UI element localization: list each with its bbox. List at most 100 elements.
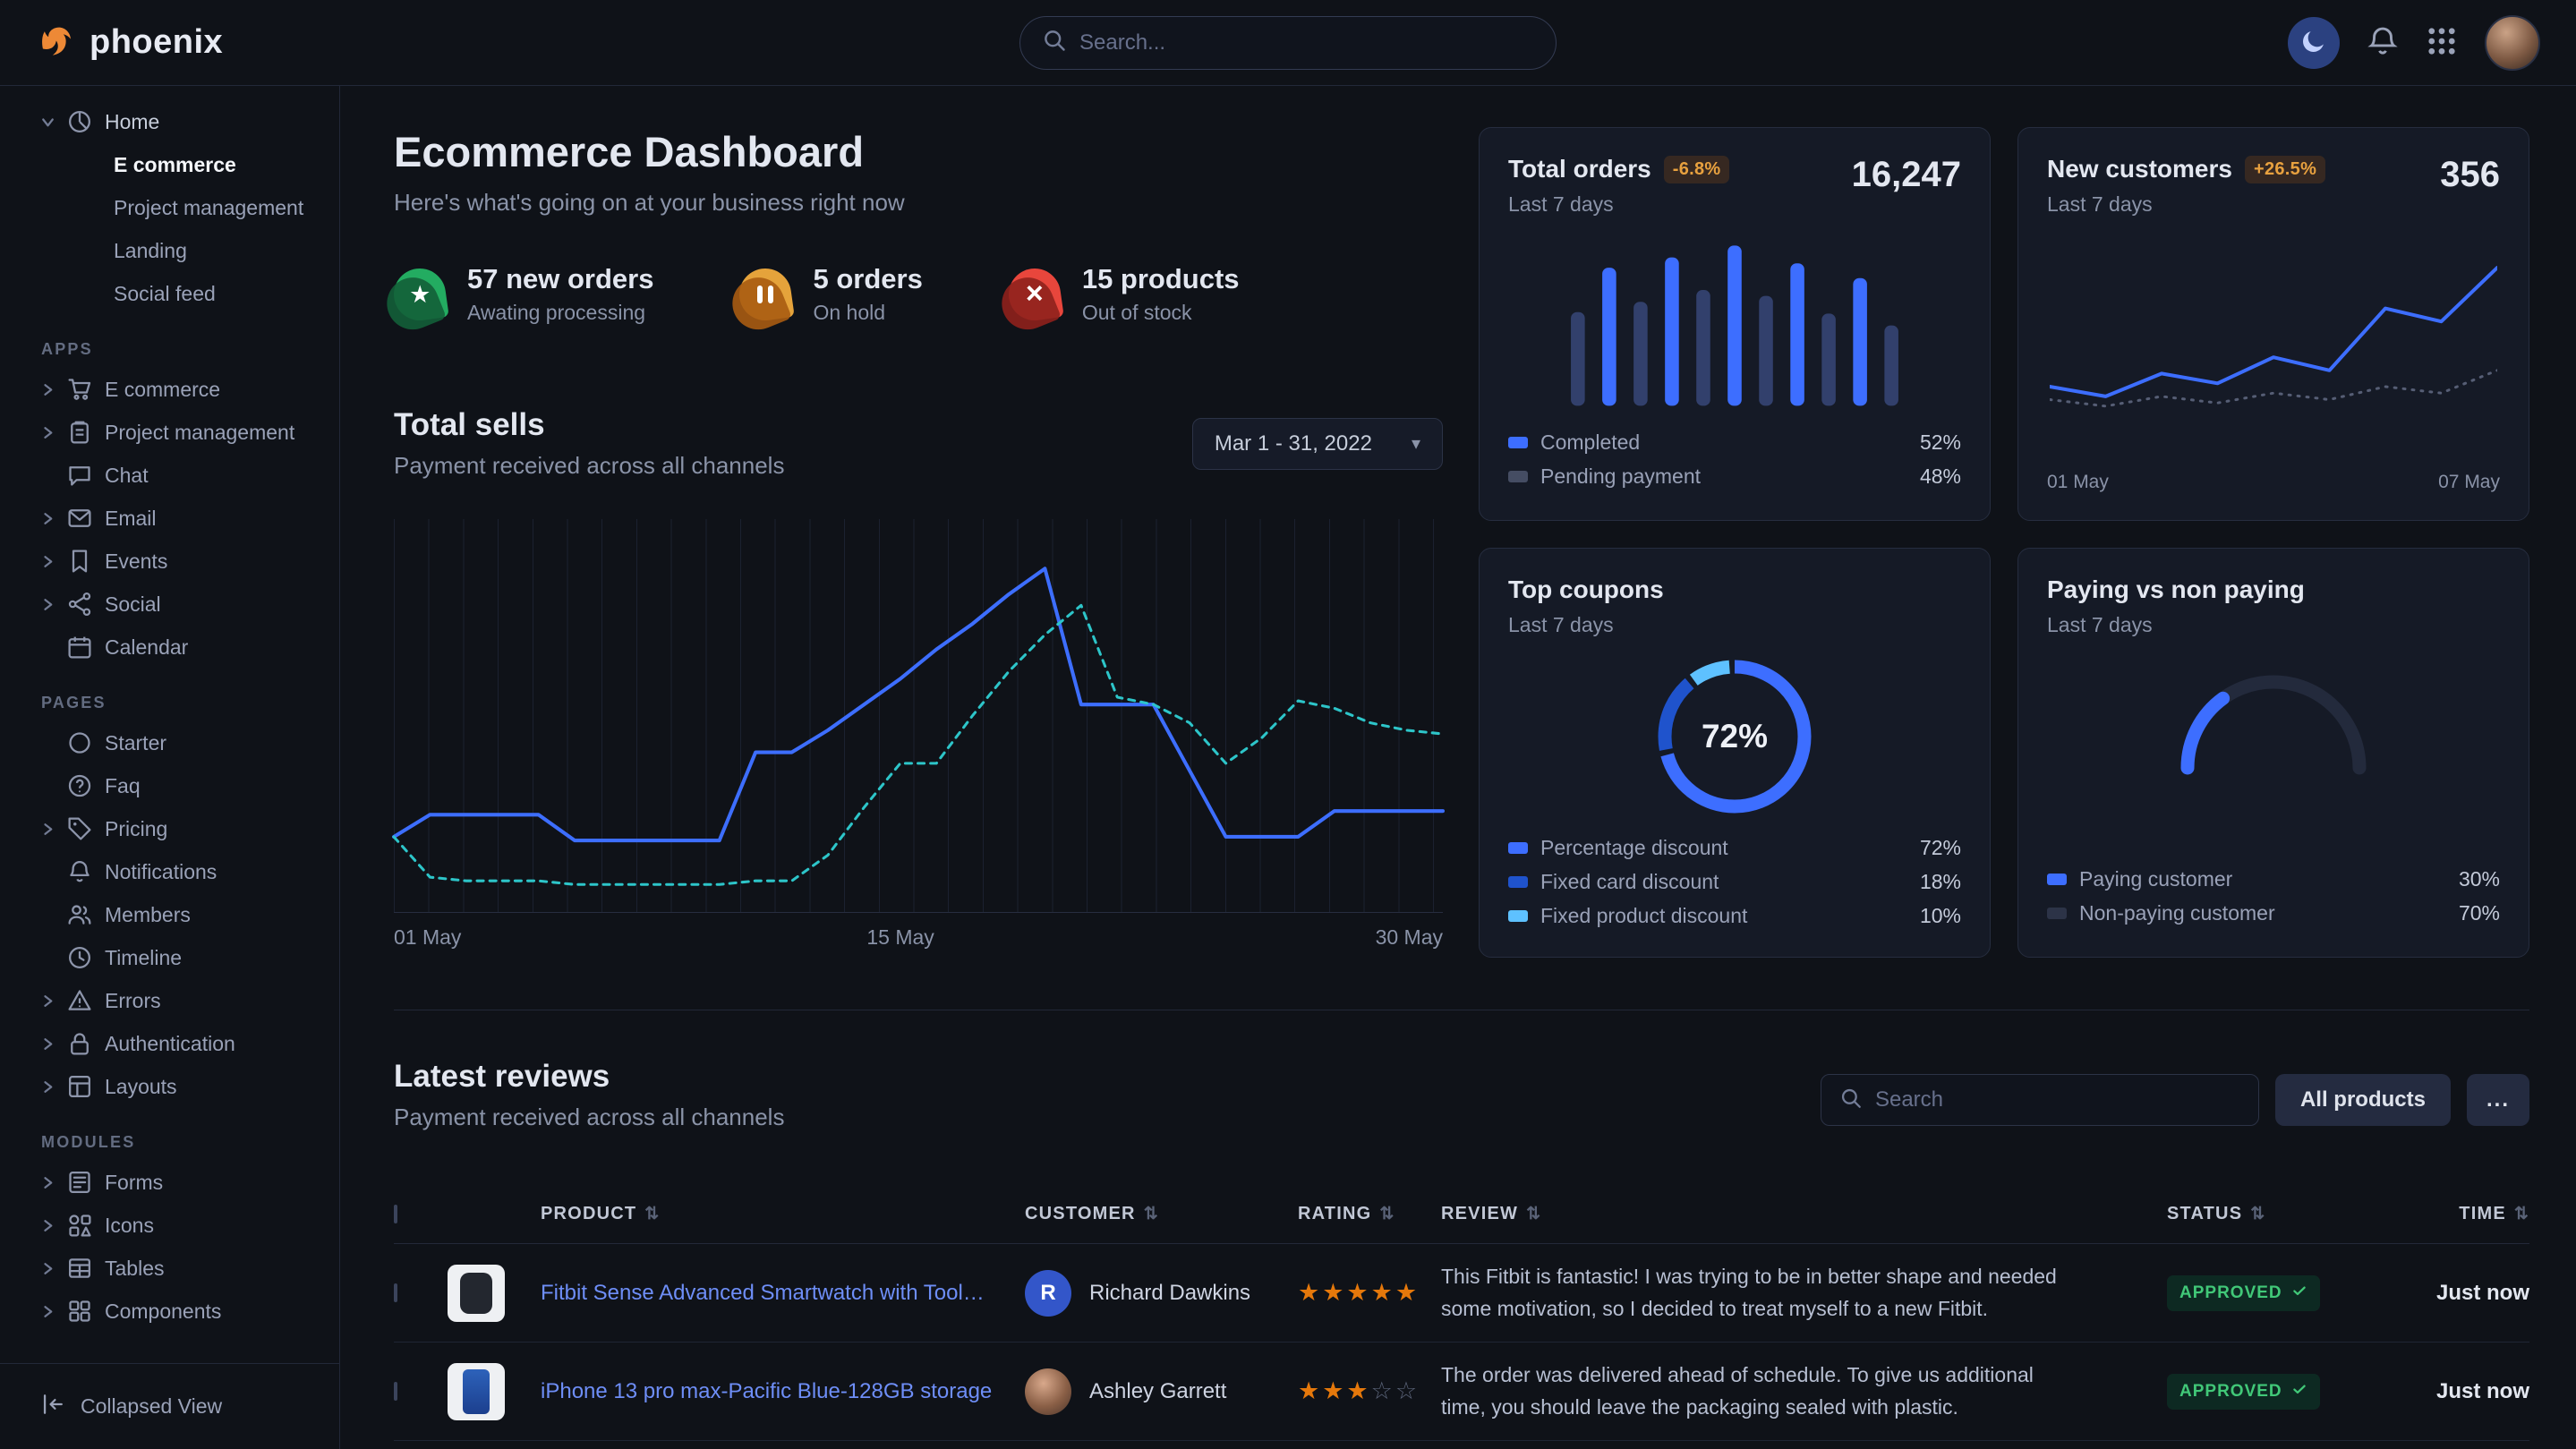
sidebar-item-authentication[interactable]: Authentication xyxy=(0,1022,339,1065)
sidebar-item-project-management[interactable]: Project management xyxy=(0,411,339,454)
caret-right-icon xyxy=(41,1262,55,1275)
sidebar-item-errors[interactable]: Errors xyxy=(0,979,339,1022)
legend-label: Percentage discount xyxy=(1540,836,1728,860)
product-link[interactable]: Fitbit Sense Advanced Smartwatch with To… xyxy=(541,1281,994,1306)
lock-icon xyxy=(67,1031,92,1056)
theme-toggle-button[interactable] xyxy=(2288,17,2340,69)
topbar-search[interactable] xyxy=(1019,16,1557,70)
stat-caption: On hold xyxy=(813,301,922,325)
bell-icon xyxy=(2367,25,2399,60)
sidebar-item-social[interactable]: Social xyxy=(0,583,339,626)
status-badge: APPROVED xyxy=(2167,1374,2320,1410)
star-icon: ★ xyxy=(409,282,431,306)
sidebar-item-social-feed[interactable]: Social feed xyxy=(0,272,339,315)
legend-row-non-paying-customer: Non-paying customer 70% xyxy=(2047,896,2500,930)
column-header-review[interactable]: REVIEW⇅ xyxy=(1410,1204,2117,1224)
sidebar-item-chat[interactable]: Chat xyxy=(0,454,339,497)
reviews-subtitle: Payment received across all channels xyxy=(394,1104,784,1131)
select-all-checkbox[interactable] xyxy=(394,1205,397,1223)
tag-icon xyxy=(67,816,92,841)
sidebar-item-icons[interactable]: Icons xyxy=(0,1204,339,1247)
user-avatar[interactable] xyxy=(2485,15,2540,71)
column-header-rating[interactable]: RATING⇅ xyxy=(1262,1204,1410,1224)
row-checkbox[interactable] xyxy=(394,1382,397,1401)
legend-value: 30% xyxy=(2459,867,2500,891)
review-text: The order was delivered ahead of schedul… xyxy=(1441,1360,2081,1423)
sidebar-item-starter[interactable]: Starter xyxy=(0,721,339,764)
check-icon xyxy=(2291,1283,2307,1304)
sort-icon: ⇅ xyxy=(1144,1204,1159,1224)
row-checkbox[interactable] xyxy=(394,1283,397,1302)
legend-row-paying-customer: Paying customer 30% xyxy=(2047,862,2500,896)
column-header-status[interactable]: STATUS⇅ xyxy=(2117,1204,2345,1224)
collapse-icon xyxy=(41,1393,64,1421)
legend-value: 48% xyxy=(1920,465,1961,489)
sidebar-item-tables[interactable]: Tables xyxy=(0,1247,339,1290)
x-label: 01 May xyxy=(2047,472,2109,493)
table-row xyxy=(394,1441,2529,1449)
stat-value: 57 new orders xyxy=(467,263,653,295)
caret-right-icon xyxy=(41,1305,55,1318)
card-period: Last 7 days xyxy=(1508,613,1961,637)
column-header-product[interactable]: PRODUCT⇅ xyxy=(448,1204,994,1224)
more-options-button[interactable]: ... xyxy=(2467,1074,2529,1126)
sidebar-item-notifications[interactable]: Notifications xyxy=(0,850,339,893)
collapsed-view-toggle[interactable]: Collapsed View xyxy=(0,1363,339,1449)
sidebar-item-e-commerce[interactable]: E commerce xyxy=(0,368,339,411)
date-range-select[interactable]: Mar 1 - 31, 2022 ▾ xyxy=(1192,418,1443,470)
reviews-search-input[interactable] xyxy=(1875,1087,2240,1112)
question-icon xyxy=(67,773,92,798)
components-icon xyxy=(67,1299,92,1324)
page-subtitle: Here's what's going on at your business … xyxy=(394,189,1443,217)
sidebar-item-layouts[interactable]: Layouts xyxy=(0,1065,339,1108)
total-orders-value: 16,247 xyxy=(1852,155,1961,195)
share-icon xyxy=(67,592,92,617)
latest-reviews-section: Latest reviews Payment received across a… xyxy=(394,1010,2529,1449)
customer-avatar: R xyxy=(1025,1270,1071,1317)
layout-icon xyxy=(67,1074,92,1099)
sort-icon: ⇅ xyxy=(2250,1204,2265,1224)
topbar: phoenix xyxy=(0,0,2576,86)
notifications-button[interactable] xyxy=(2367,25,2399,60)
sidebar-section-modules: MODULES xyxy=(41,1133,339,1152)
product-link[interactable]: iPhone 13 pro max-Pacific Blue-128GB sto… xyxy=(541,1379,992,1404)
caret-right-icon xyxy=(41,598,55,611)
sidebar-item-email[interactable]: Email xyxy=(0,497,339,540)
column-header-time[interactable]: TIME⇅ xyxy=(2345,1204,2529,1224)
all-products-button[interactable]: All products xyxy=(2275,1074,2451,1126)
legend-value: 70% xyxy=(2459,901,2500,925)
sidebar-item-events[interactable]: Events xyxy=(0,540,339,583)
paying-legend: Paying customer 30% Non-paying customer … xyxy=(2047,862,2500,930)
chat-icon xyxy=(67,463,92,488)
sidebar-item-faq[interactable]: Faq xyxy=(0,764,339,807)
legend-marker xyxy=(2047,874,2067,885)
total-sells-x-axis: 01 May 15 May 30 May xyxy=(394,925,1443,956)
brand[interactable]: phoenix xyxy=(36,22,223,64)
sidebar-item-forms[interactable]: Forms xyxy=(0,1161,339,1204)
sidebar-item-project-management[interactable]: Project management xyxy=(0,186,339,229)
reviews-title: Latest reviews xyxy=(394,1059,784,1095)
circle-icon xyxy=(67,730,92,755)
sidebar-item-home[interactable]: Home xyxy=(0,100,339,143)
legend-row-fixed-product-discount: Fixed product discount 10% xyxy=(1508,899,1961,933)
review-time: Just now xyxy=(2436,1379,2529,1403)
sidebar-item-members[interactable]: Members xyxy=(0,893,339,936)
rating-stars: ★★★★★ xyxy=(1298,1279,1420,1306)
apps-grid-button[interactable] xyxy=(2426,25,2458,60)
reviews-search[interactable] xyxy=(1821,1074,2259,1126)
caret-right-icon xyxy=(41,823,55,836)
search-icon xyxy=(1042,28,1067,57)
stat-value: 15 products xyxy=(1082,263,1240,295)
table-icon xyxy=(67,1256,92,1281)
sidebar-item-pricing[interactable]: Pricing xyxy=(0,807,339,850)
sidebar-item-components[interactable]: Components xyxy=(0,1290,339,1333)
caret-right-icon xyxy=(41,1176,55,1189)
users-icon xyxy=(67,902,92,927)
sidebar-item-timeline[interactable]: Timeline xyxy=(0,936,339,979)
column-header-customer[interactable]: CUSTOMER⇅ xyxy=(994,1204,1262,1224)
stat-blob-red: × xyxy=(1005,265,1064,324)
sidebar-item-landing[interactable]: Landing xyxy=(0,229,339,272)
sidebar-item-calendar[interactable]: Calendar xyxy=(0,626,339,669)
global-search-input[interactable] xyxy=(1079,30,1534,55)
sidebar-item-e-commerce[interactable]: E commerce xyxy=(0,143,339,186)
